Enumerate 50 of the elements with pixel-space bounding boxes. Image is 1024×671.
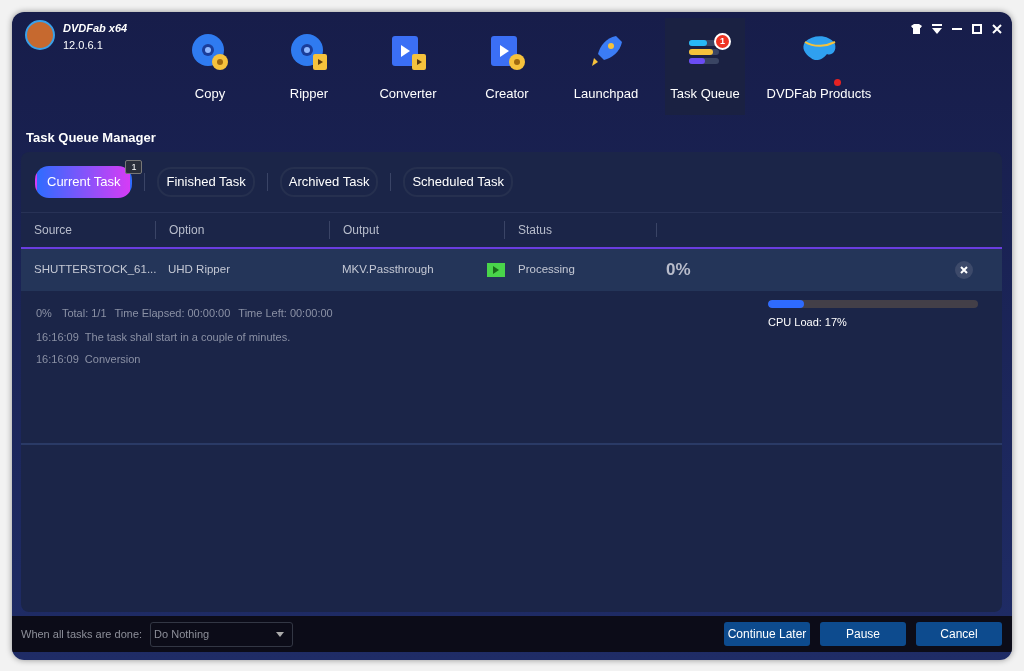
page-title: Task Queue Manager	[26, 130, 156, 145]
nav-item[interactable]: DVDFab Products	[764, 18, 874, 115]
disc-with-film-icon	[289, 32, 329, 72]
notification-badge: 1	[714, 33, 731, 50]
column-header: Output	[343, 223, 380, 237]
footer-button[interactable]: Continue Later	[724, 622, 810, 646]
nav-item[interactable]: Launchpad	[566, 18, 646, 115]
progress-percent: 0%	[666, 260, 691, 280]
nav-item[interactable]: Ripper	[269, 18, 349, 115]
nav-item[interactable]: Creator	[467, 18, 547, 115]
app-version: 12.0.6.1	[63, 37, 104, 53]
tab[interactable]: Archived Task	[279, 167, 379, 197]
column-header: Option	[169, 223, 205, 237]
log-time: 16:16:09	[36, 330, 79, 345]
dropdown-menu-icon[interactable]	[932, 24, 942, 34]
nav-item[interactable]: Copy	[170, 18, 250, 115]
log-message: Conversion	[84, 352, 141, 367]
shirt-icon[interactable]	[911, 24, 922, 34]
log-time: 16:16:09	[36, 352, 79, 367]
caret-icon	[276, 631, 285, 637]
column-header: Source	[34, 223, 73, 237]
progress-summary-text: Time Left: 00:00:00	[238, 306, 333, 321]
tab[interactable]: Finished Task	[157, 167, 255, 197]
tab[interactable]: Scheduled Task	[403, 167, 513, 197]
completion-action-select[interactable]: Do Nothing	[150, 621, 294, 647]
app-name: DVDFab x64	[63, 21, 128, 36]
cpu-load-label: CPU Load: 17%	[768, 315, 848, 330]
log-message: The task shall start in a couple of minutes.	[84, 330, 291, 345]
task-row[interactable]: SHUTTERSTOCK_61... UHD Ripper MKV.Passthrough Processing 0%	[21, 247, 1002, 291]
table-cell-text: MKV.Passthrough	[342, 262, 435, 278]
table-cell: SHUTTERSTOCK_61...	[34, 263, 157, 276]
progress-summary-text: Total: 1/1	[61, 306, 107, 321]
maximize-icon[interactable]	[972, 24, 982, 34]
remove-task-button[interactable]	[955, 261, 973, 279]
close-icon[interactable]	[992, 24, 1002, 34]
table-cell: UHD Ripper	[168, 263, 230, 276]
progress-summary-text: Time Elapsed: 00:00:00	[114, 306, 231, 321]
close-icon	[960, 266, 968, 274]
disc-with-coin-icon	[190, 32, 230, 72]
nav-item[interactable]: Task Queue 1	[665, 18, 745, 115]
nav-item[interactable]: Converter	[368, 18, 448, 115]
tab[interactable]: Current Task	[35, 166, 133, 198]
table-cell: Processing	[518, 263, 575, 276]
completion-action-label: When all tasks are done:	[21, 626, 143, 642]
count-badge: 1	[125, 160, 143, 175]
column-header: Status	[518, 223, 553, 237]
footer-button[interactable]: Cancel	[916, 622, 1002, 646]
progress-summary-text: 0%	[36, 306, 52, 321]
footer-button[interactable]: Pause	[820, 622, 906, 646]
play-icon	[487, 263, 505, 277]
